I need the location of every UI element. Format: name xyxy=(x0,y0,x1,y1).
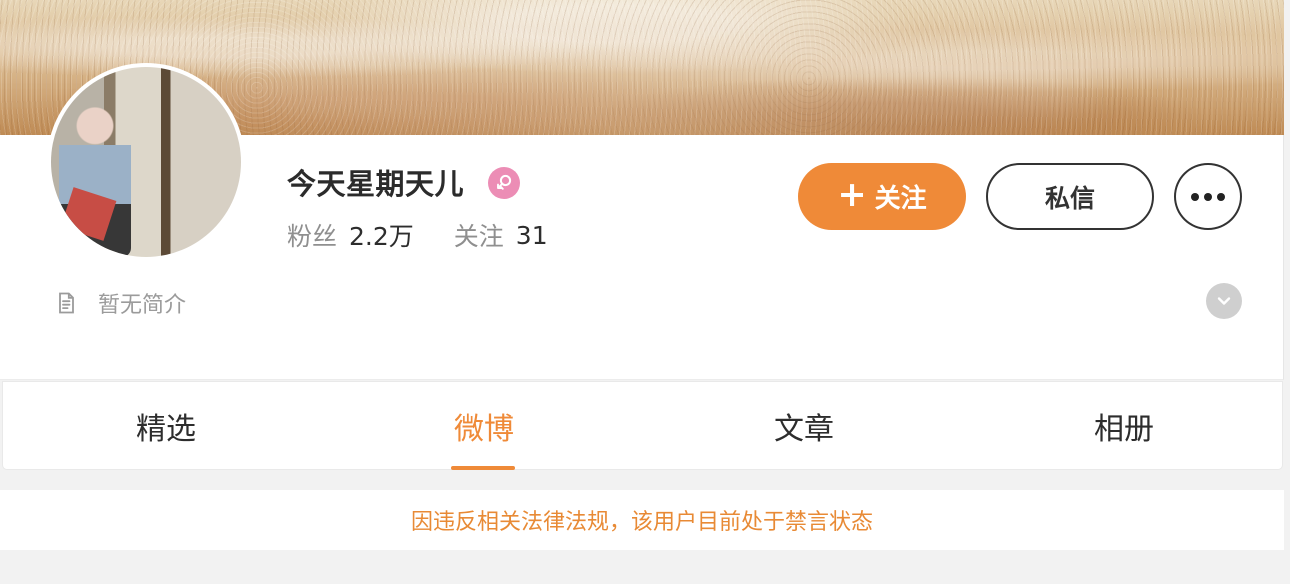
following-count[interactable]: 31 xyxy=(516,221,548,250)
tab-articles[interactable]: 文章 xyxy=(771,382,837,470)
followers-label[interactable]: 粉丝 xyxy=(287,217,337,253)
message-button[interactable]: 私信 xyxy=(986,163,1154,230)
more-dots-icon xyxy=(1191,192,1225,201)
tab-featured[interactable]: 精选 xyxy=(133,382,199,470)
active-tab-indicator xyxy=(451,466,515,470)
profile-card: 今天星期天儿 粉丝 2.2万 关注 31 + 关注 私信 暂无简介 xyxy=(0,0,1284,380)
message-button-label: 私信 xyxy=(1044,183,1095,213)
tab-weibo[interactable]: 微博 xyxy=(451,382,517,470)
ban-notice-text: 因违反相关法律法规，该用户目前处于禁言状态 xyxy=(410,510,873,535)
avatar-photo xyxy=(51,67,241,257)
female-gender-icon xyxy=(488,167,520,199)
document-icon xyxy=(52,289,80,317)
bio-text: 暂无简介 xyxy=(98,293,187,318)
followers-count[interactable]: 2.2万 xyxy=(349,217,414,253)
avatar[interactable] xyxy=(47,63,245,261)
profile-stats: 粉丝 2.2万 关注 31 xyxy=(287,217,548,253)
follow-button[interactable]: + 关注 xyxy=(798,163,966,230)
plus-icon: + xyxy=(837,175,867,215)
bio-row: 暂无简介 xyxy=(52,288,186,318)
more-button[interactable] xyxy=(1174,163,1242,230)
profile-tabs: 精选 微博 文章 相册 xyxy=(2,381,1283,470)
profile-nickname: 今天星期天儿 xyxy=(287,167,465,201)
tab-albums[interactable]: 相册 xyxy=(1091,382,1157,470)
follow-button-label: 关注 xyxy=(874,184,927,214)
ban-notice: 因违反相关法律法规，该用户目前处于禁言状态 xyxy=(0,490,1284,550)
expand-profile-button[interactable] xyxy=(1206,283,1242,319)
chevron-down-icon xyxy=(1217,297,1231,305)
following-label[interactable]: 关注 xyxy=(454,217,504,253)
